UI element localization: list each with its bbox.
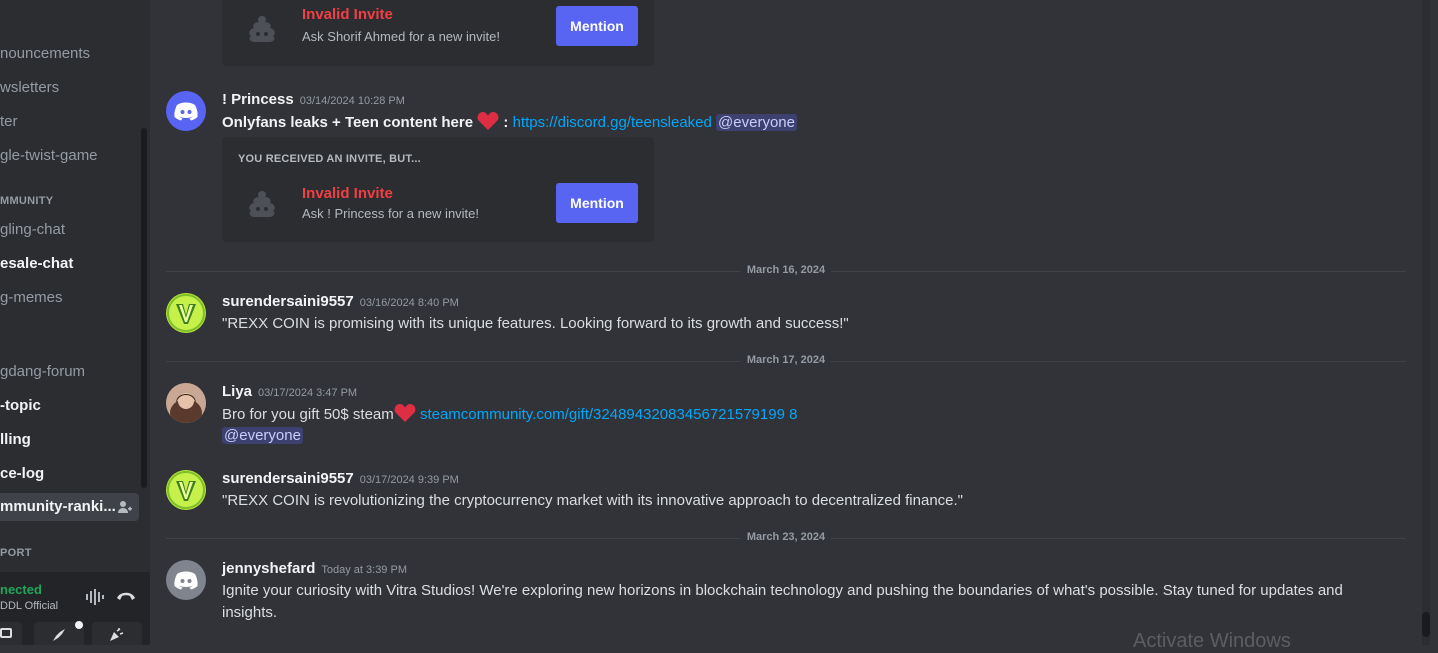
channel-item[interactable]: ce-log: [0, 460, 140, 488]
voice-status[interactable]: nected: [0, 582, 42, 597]
date-divider: March 16, 2024: [166, 264, 1406, 276]
timestamp[interactable]: 03/14/2024 10:28 PM: [300, 95, 405, 107]
channel-sidebar: nouncements wsletters ter gle-twist-game…: [0, 0, 150, 645]
disconnect-icon[interactable]: [116, 590, 136, 602]
everyone-mention[interactable]: @everyone: [716, 114, 797, 131]
user-photo-icon: [166, 383, 206, 423]
rocket-icon: [53, 629, 65, 641]
date-divider-label: March 17, 2024: [740, 354, 832, 366]
invite-subtitle: Ask Shorif Ahmed for a new invite!: [302, 29, 500, 44]
invalid-invite-icon: [249, 191, 275, 217]
message-link[interactable]: https://discord.gg/teensleaked: [513, 114, 712, 131]
v-logo-icon: [167, 294, 205, 332]
avatar[interactable]: [166, 560, 206, 600]
channel-label: mmunity-ranki...: [0, 498, 116, 515]
message-text: Ignite your curiosity with Vitra Studios…: [222, 582, 1343, 621]
invite-title: Invalid Invite: [302, 6, 393, 23]
add-member-icon[interactable]: [117, 499, 133, 515]
channel-item[interactable]: gdang-forum: [0, 358, 140, 386]
message-header: surendersaini9557 03/16/2024 8:40 PM: [222, 293, 459, 311]
channel-item[interactable]: ter: [0, 108, 140, 136]
avatar[interactable]: [166, 293, 206, 333]
red-heart-icon: [477, 112, 499, 130]
channel-item[interactable]: gling-chat: [0, 216, 140, 244]
message-text: :: [499, 114, 509, 131]
voice-connection-panel: nected DDL Official: [0, 572, 150, 622]
channel-item[interactable]: lling: [0, 426, 140, 454]
message-content: Onlyfans leaks + Teen content here : htt…: [222, 111, 797, 134]
message-content: @everyone: [222, 425, 303, 447]
chat-messages: Invalid Invite Ask Shorif Ahmed for a ne…: [150, 0, 1438, 652]
message-link[interactable]: steamcommunity.com/gift/3248943208345672…: [420, 406, 797, 423]
rocket-button[interactable]: [34, 621, 84, 645]
invite-embed: YOU RECEIVED AN INVITE, BUT... Invalid I…: [222, 137, 654, 242]
timestamp[interactable]: 03/16/2024 8:40 PM: [360, 297, 459, 309]
invalid-invite-icon: [249, 16, 275, 42]
message-text: Onlyfans leaks + Teen content here: [222, 114, 474, 131]
sidebar-scrollbar[interactable]: [141, 128, 147, 488]
date-divider: March 23, 2024: [166, 531, 1406, 543]
red-heart-icon: [394, 404, 416, 422]
invite-title: Invalid Invite: [302, 185, 393, 202]
invite-subtitle: Ask ! Princess for a new invite!: [302, 206, 480, 221]
activity-button[interactable]: [0, 622, 22, 645]
category-header[interactable]: MMUNITY: [0, 195, 53, 207]
date-divider: March 17, 2024: [166, 354, 1406, 366]
channel-item[interactable]: -topic: [0, 392, 140, 420]
username[interactable]: surendersaini9557: [222, 293, 354, 310]
username[interactable]: ! Princess: [222, 91, 294, 108]
message-header: jennyshefard Today at 3:39 PM: [222, 560, 407, 578]
timestamp[interactable]: 03/17/2024 9:39 PM: [360, 474, 459, 486]
message-header: ! Princess 03/14/2024 10:28 PM: [222, 91, 405, 109]
mention-button[interactable]: Mention: [556, 6, 638, 46]
username[interactable]: surendersaini9557: [222, 470, 354, 487]
invite-embed: Invalid Invite Ask Shorif Ahmed for a ne…: [222, 0, 654, 66]
channel-item[interactable]: gle-twist-game: [0, 142, 140, 170]
avatar[interactable]: [166, 383, 206, 423]
message-content: Bro for you gift 50$ steam steamcommunit…: [222, 403, 797, 426]
voice-channel-name[interactable]: DDL Official: [0, 600, 58, 612]
notification-dot: [75, 621, 83, 629]
v-logo-icon: [167, 471, 205, 509]
discord-logo-icon: [174, 102, 198, 121]
channel-item[interactable]: nouncements: [0, 40, 140, 68]
channel-item[interactable]: wsletters: [0, 74, 140, 102]
message-text: "REXX COIN is promising with its unique …: [222, 315, 849, 332]
message-header: Liya 03/17/2024 3:47 PM: [222, 383, 357, 401]
voice-waveform-icon[interactable]: [86, 589, 104, 605]
date-divider-label: March 16, 2024: [740, 264, 832, 276]
screen-share-icon: [0, 628, 12, 638]
soundboard-button[interactable]: [92, 622, 142, 645]
user-panel: [0, 621, 150, 645]
channel-item-active[interactable]: mmunity-ranki...: [0, 493, 139, 521]
username[interactable]: Liya: [222, 383, 252, 400]
party-popper-icon: [110, 628, 124, 641]
timestamp[interactable]: Today at 3:39 PM: [321, 564, 407, 576]
channel-item[interactable]: g-memes: [0, 284, 140, 312]
username[interactable]: jennyshefard: [222, 560, 315, 577]
message-header: surendersaini9557 03/17/2024 9:39 PM: [222, 470, 459, 488]
discord-logo-icon: [174, 571, 198, 590]
everyone-mention[interactable]: @everyone: [222, 427, 303, 444]
channel-item[interactable]: esale-chat: [0, 250, 140, 278]
avatar[interactable]: [166, 470, 206, 510]
message-text: "REXX COIN is revolutionizing the crypto…: [222, 492, 963, 509]
mention-button[interactable]: Mention: [556, 183, 638, 223]
invite-header: YOU RECEIVED AN INVITE, BUT...: [238, 153, 421, 165]
activate-windows-watermark: Activate Windows: [1133, 630, 1291, 652]
scrollbar-thumb[interactable]: [1422, 612, 1430, 637]
category-header[interactable]: PORT: [0, 547, 32, 559]
message-text: Bro for you gift 50$ steam: [222, 406, 394, 423]
timestamp[interactable]: 03/17/2024 3:47 PM: [258, 387, 357, 399]
chat-scrollbar[interactable]: [1422, 0, 1430, 645]
avatar[interactable]: [166, 91, 206, 131]
date-divider-label: March 23, 2024: [740, 531, 832, 543]
